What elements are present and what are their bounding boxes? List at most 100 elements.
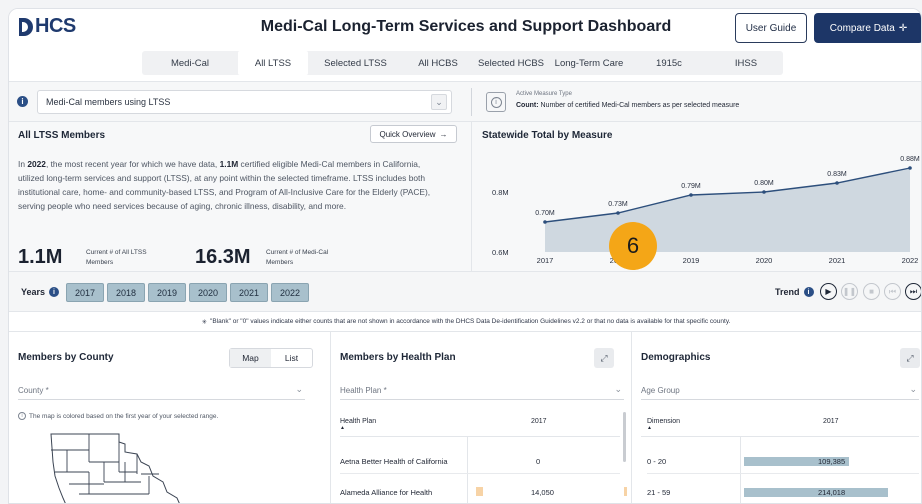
stat-medi-cal-value: 16.3M: [195, 246, 251, 268]
list-toggle[interactable]: List: [271, 349, 312, 367]
x-tick-label: 2017: [537, 256, 554, 265]
data-label: 0.83M: [827, 171, 847, 178]
demo-row-dim: 21 - 59: [647, 488, 671, 497]
col-year[interactable]: 2017: [531, 418, 547, 425]
data-point: [616, 211, 620, 215]
health-plan-title: Members by Health Plan: [340, 352, 456, 363]
x-tick-label: 2019: [683, 256, 700, 265]
map-note-text: The map is colored based on the first ye…: [29, 412, 219, 420]
measure-count-desc: Number of certified Medi-Cal members as …: [538, 102, 740, 109]
skip-forward-icon[interactable]: ⏭: [905, 283, 921, 300]
data-point: [908, 166, 912, 170]
year-button[interactable]: 2020: [189, 283, 227, 302]
data-label: 0.79M: [681, 183, 701, 190]
data-point: [835, 181, 839, 185]
x-tick-label: 2022: [902, 256, 919, 265]
stat-ltss-value: 1.1M: [18, 246, 63, 268]
year-buttons: 2017 2018 2019 2020 2021 2022: [66, 283, 309, 302]
demo-row-value: 109,385: [818, 457, 846, 466]
chevron-down-icon: ⌄: [909, 384, 917, 394]
col-dimension-label: Dimension: [647, 418, 681, 425]
dashboard-window: HCS Medi-Cal Long-Term Services and Supp…: [8, 8, 922, 504]
plan-row-name: Alameda Alliance for Health: [340, 488, 433, 497]
chevron-down-icon: ⌄: [614, 384, 622, 394]
info-icon[interactable]: i: [49, 287, 60, 297]
years-label-group: Years i: [21, 287, 60, 297]
tab-all-hcbs[interactable]: All HCBS: [403, 51, 473, 75]
demographics-title: Demographics: [641, 352, 711, 363]
data-label: 0.80M: [754, 180, 774, 187]
summary-count: 1.1M: [219, 159, 239, 169]
summary-panel: All LTSS Members Quick Overview → In 202…: [9, 121, 471, 271]
col-dimension[interactable]: Dimension ▲: [647, 418, 680, 431]
play-icon[interactable]: ▶: [820, 283, 837, 300]
year-button[interactable]: 2022: [271, 283, 309, 302]
compare-data-button[interactable]: Compare Data ✛: [814, 13, 921, 43]
tab-all-ltss[interactable]: All LTSS: [238, 51, 308, 75]
divider: [340, 473, 620, 474]
pause-icon[interactable]: ❚❚: [841, 283, 858, 300]
active-measure-type-label: Active Measure Type: [516, 91, 572, 97]
map-toggle[interactable]: Map: [230, 349, 271, 367]
chevron-down-icon: ⌄: [431, 94, 447, 110]
y-tick-label: 0.8M: [492, 188, 509, 197]
divider: [641, 436, 919, 437]
year-button[interactable]: 2019: [148, 283, 186, 302]
tab-1915c[interactable]: 1915c: [629, 51, 709, 75]
info-icon[interactable]: i: [803, 287, 814, 297]
data-label: 0.70M: [535, 210, 555, 217]
trend-label-group: Trend i: [775, 287, 814, 297]
stop-icon[interactable]: ■: [863, 283, 880, 300]
map-list-toggle: Map List: [229, 348, 313, 368]
divider: [647, 473, 919, 474]
year-button[interactable]: 2017: [66, 283, 104, 302]
tab-selected-hcbs[interactable]: Selected HCBS: [473, 51, 549, 75]
data-point: [543, 220, 547, 224]
user-guide-button[interactable]: User Guide: [735, 13, 807, 43]
years-label: Years: [21, 287, 46, 297]
measure-select[interactable]: Medi-Cal members using LTSS ⌄: [37, 90, 452, 114]
sort-up-icon: ▲: [340, 425, 345, 431]
county-panel-title: Members by County: [18, 352, 114, 363]
x-tick-label: 2021: [829, 256, 846, 265]
divider: [740, 437, 741, 503]
california-county-map[interactable]: [49, 432, 189, 504]
year-button[interactable]: 2018: [107, 283, 145, 302]
demographics-panel: Demographics ⤢ Age Group ⌄ Dimension ▲ 20…: [631, 331, 921, 503]
compare-move-icon: ✛: [898, 22, 908, 34]
statewide-area-chart[interactable]: 0.70M0.73M0.79M0.80M0.83M0.88M2017201820…: [472, 122, 922, 272]
scrollbar[interactable]: [623, 412, 626, 462]
age-group-dropdown[interactable]: Age Group ⌄: [641, 382, 919, 400]
tab-medi-cal[interactable]: Medi-Cal: [142, 51, 238, 75]
plan-row-value: 0: [536, 457, 541, 466]
value-bar: [744, 488, 888, 497]
chevron-down-icon: ⌄: [295, 384, 303, 394]
expand-icon[interactable]: ⤢: [900, 348, 920, 368]
tab-long-term-care[interactable]: Long-Term Care: [549, 51, 629, 75]
summary-title: All LTSS Members: [18, 130, 106, 141]
plan-row-value: 14,050: [531, 488, 554, 497]
value-bar: [476, 487, 483, 496]
year-button[interactable]: 2021: [230, 283, 268, 302]
info-icon[interactable]: i: [17, 96, 28, 107]
header: HCS Medi-Cal Long-Term Services and Supp…: [9, 9, 921, 81]
summary-text: In 2022, the most recent year for which …: [18, 157, 443, 213]
col-year[interactable]: 2017: [823, 418, 839, 425]
quick-overview-label: Quick Overview: [379, 129, 436, 139]
divider: [467, 437, 468, 503]
tab-ihss[interactable]: IHSS: [709, 51, 783, 75]
info-outline-icon: i: [18, 412, 26, 420]
data-point: [762, 190, 766, 194]
tab-selected-ltss[interactable]: Selected LTSS: [308, 51, 403, 75]
summary-text-1: In: [18, 159, 28, 169]
info-outline-icon: i: [490, 96, 502, 108]
skip-back-icon[interactable]: ⏮: [884, 283, 901, 300]
col-health-plan[interactable]: Health Plan ▲: [340, 418, 376, 431]
county-dropdown[interactable]: County * ⌄: [18, 382, 305, 400]
health-plan-dropdown[interactable]: Health Plan * ⌄: [340, 382, 624, 400]
expand-icon[interactable]: ⤢: [594, 348, 614, 368]
quick-overview-button[interactable]: Quick Overview →: [370, 125, 457, 143]
measure-info-button[interactable]: i: [486, 92, 506, 112]
divider: [471, 88, 472, 116]
map-note: i The map is colored based on the first …: [18, 412, 218, 420]
